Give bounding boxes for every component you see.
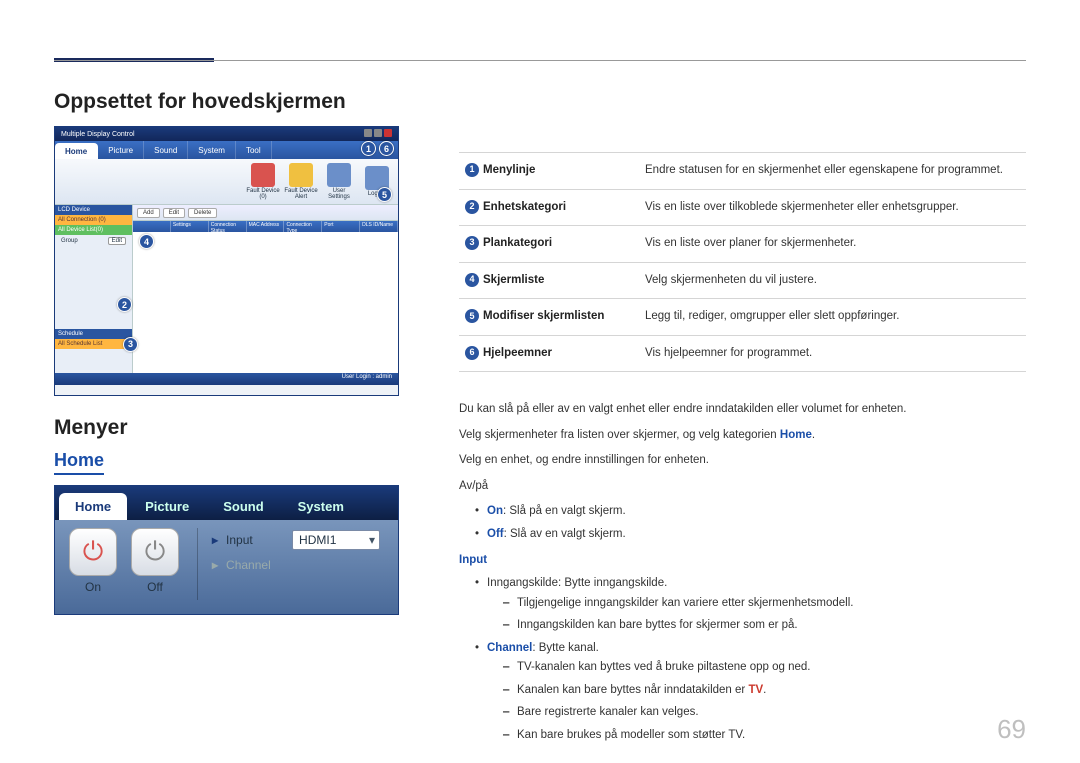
screenshot-main-layout: Multiple Display Control Home Picture So… <box>54 126 399 396</box>
screenshot-home-menu: Home Picture Sound System ⏻ On ⏻ Off <box>54 485 399 615</box>
tab-picture[interactable]: Picture <box>98 141 144 159</box>
menu-bar: Home Picture Sound System Tool 1 6 <box>55 141 398 159</box>
callout-3: 3 <box>123 337 138 352</box>
heading-menus: Menyer <box>54 416 399 440</box>
hs-tab-home[interactable]: Home <box>59 493 127 520</box>
input-subheader: Input <box>459 551 1026 571</box>
table-row: 3PlankategoriVis en liste over planer fo… <box>459 226 1026 263</box>
tab-system[interactable]: System <box>188 141 236 159</box>
grid-header: Settings Connection Status MAC Address C… <box>133 221 398 232</box>
table-row: 2EnhetskategoriVis en liste over tilkobl… <box>459 189 1026 226</box>
toolbar-user-settings[interactable]: User Settings <box>322 163 356 200</box>
window-controls <box>362 129 392 139</box>
power-on-label: On <box>65 580 121 594</box>
body-text: Du kan slå på eller av en valgt enhet el… <box>459 400 1026 745</box>
hs-tab-picture[interactable]: Picture <box>129 493 205 520</box>
callout-4: 4 <box>139 234 154 249</box>
callout-5: 5 <box>377 187 392 202</box>
table-row: 1MenylinjeEndre statusen for en skjermen… <box>459 153 1026 190</box>
main-panel: Add Edit Delete Settings Connection Stat… <box>133 205 398 373</box>
btn-add[interactable]: Add <box>137 208 160 218</box>
hs-tab-sound[interactable]: Sound <box>207 493 279 520</box>
sidebar-schedule-header: Schedule <box>55 329 132 339</box>
list-toolbar: Add Edit Delete <box>133 205 398 221</box>
sidebar-all-schedule[interactable]: All Schedule List 3 <box>55 339 132 349</box>
heading-home: Home <box>54 450 104 475</box>
power-on-button[interactable]: ⏻ <box>69 528 117 576</box>
channel-label: Channel <box>226 558 284 572</box>
sidebar-all-connection[interactable]: All Connection (0) <box>55 215 132 225</box>
grid-body: 4 <box>133 232 398 373</box>
heading-main: Oppsettet for hovedskjermen <box>54 90 399 114</box>
tab-sound[interactable]: Sound <box>144 141 188 159</box>
toolbar-fault-device[interactable]: Fault Device (0) <box>246 163 280 200</box>
sidebar: LCD Device All Connection (0) All Device… <box>55 205 133 373</box>
sidebar-all-device-list[interactable]: All Device List(0) <box>55 225 132 235</box>
window-title: Multiple Display Control <box>61 131 135 138</box>
callout-6: 6 <box>379 141 394 156</box>
separator <box>197 528 198 600</box>
sidebar-group-edit[interactable]: Edit <box>108 237 126 245</box>
page-number: 69 <box>997 714 1026 745</box>
legend-table: 1MenylinjeEndre statusen for en skjermen… <box>459 152 1026 372</box>
power-off-label: Off <box>127 580 183 594</box>
status-bar: User Login : admin <box>55 373 398 385</box>
callout-2: 2 <box>117 297 132 312</box>
caret-icon: ▸ <box>212 558 218 572</box>
sidebar-lcd-header: LCD Device <box>55 205 132 215</box>
input-label: Input <box>226 533 284 547</box>
table-row: 5Modifiser skjermlistenLegg til, rediger… <box>459 299 1026 336</box>
sidebar-group: Group Edit <box>55 235 132 247</box>
tab-home[interactable]: Home <box>55 143 98 159</box>
toolbar-fault-alert[interactable]: Fault Device Alert <box>284 163 318 200</box>
table-row: 6HjelpeemnerVis hjelpeemner for programm… <box>459 335 1026 372</box>
btn-delete[interactable]: Delete <box>188 208 217 218</box>
caret-icon: ▸ <box>212 533 218 547</box>
callout-1: 1 <box>361 141 376 156</box>
btn-edit[interactable]: Edit <box>163 208 185 218</box>
window-titlebar: Multiple Display Control <box>55 127 398 141</box>
tab-tool[interactable]: Tool <box>236 141 272 159</box>
table-row: 4SkjermlisteVelg skjermenheten du vil ju… <box>459 262 1026 299</box>
input-select[interactable]: HDMI1 <box>292 530 380 550</box>
power-off-button[interactable]: ⏻ <box>131 528 179 576</box>
hs-tab-system[interactable]: System <box>282 493 360 520</box>
toolbar: Fault Device (0) Fault Device Alert User… <box>55 159 398 205</box>
